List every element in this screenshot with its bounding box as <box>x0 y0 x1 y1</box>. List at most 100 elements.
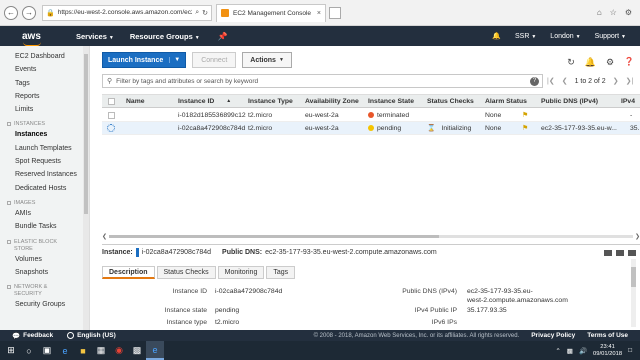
sidebar-section-images[interactable]: IMAGES <box>0 200 89 207</box>
sidebar-item-spot-requests[interactable]: Spot Requests <box>0 155 89 168</box>
details-scrollbar[interactable] <box>631 259 636 327</box>
row-checkbox[interactable] <box>108 111 115 119</box>
table-horizontal-scrollbar[interactable]: ❮ ❯ <box>102 233 640 240</box>
tab-status-checks[interactable]: Status Checks <box>156 266 216 279</box>
feedback-button[interactable]: 💬 Feedback <box>12 332 53 340</box>
store-icon[interactable]: ▦ <box>92 341 110 360</box>
prev-page-icon[interactable]: ❮ <box>562 77 568 85</box>
home-icon[interactable]: ⌂ <box>597 8 602 17</box>
column-instance-type[interactable]: Instance Type <box>248 95 293 107</box>
tray-chevron-icon[interactable]: ⌃ <box>555 347 560 355</box>
column-instance-id[interactable]: Instance ID ▲ <box>178 95 231 107</box>
clock[interactable]: 23:41 09/01/2018 <box>593 344 622 358</box>
filter-input[interactable]: ⚲ Filter by tags and attributes or searc… <box>102 74 543 88</box>
region-menu[interactable]: London ▼ <box>550 33 580 40</box>
file-explorer-icon[interactable]: ■ <box>74 341 92 360</box>
sidebar-item-dedicated-hosts[interactable]: Dedicated Hosts <box>0 182 89 195</box>
table-row[interactable]: i-02ca8a472908c784d t2.micro eu-west-2a … <box>102 122 640 135</box>
search-icon[interactable]: ⌕ <box>195 9 199 17</box>
star-icon[interactable]: ☆ <box>610 8 617 17</box>
pin-icon[interactable]: 📌 <box>218 32 228 41</box>
help-icon[interactable]: ? <box>530 76 539 86</box>
sidebar-item-reserved-instances[interactable]: Reserved Instances <box>0 168 89 181</box>
column-status-checks[interactable]: Status Checks <box>427 95 474 107</box>
sidebar-item-amis[interactable]: AMIs <box>0 207 89 220</box>
sidebar-section-network[interactable]: NETWORK & SECURITY <box>0 284 89 298</box>
next-page-icon[interactable]: ❯ <box>613 77 619 85</box>
sidebar-item-security-groups[interactable]: Security Groups <box>0 298 89 311</box>
sidebar-item-snapshots[interactable]: Snapshots <box>0 266 89 279</box>
sidebar-item-tags[interactable]: Tags <box>0 77 89 90</box>
network-icon[interactable]: ▩ <box>567 347 573 355</box>
select-all-checkbox[interactable] <box>108 97 115 105</box>
scroll-right-icon[interactable]: ❯ <box>635 233 640 240</box>
caret-down-icon[interactable]: ▼ <box>169 57 180 63</box>
actions-button[interactable]: Actions ▼ <box>242 52 292 68</box>
column-name[interactable]: Name <box>126 95 145 107</box>
pane-minimize-icon[interactable] <box>628 249 636 256</box>
sidebar-item-events[interactable]: Events <box>0 63 89 76</box>
new-tab-button[interactable] <box>329 6 341 19</box>
gear-icon[interactable]: ⚙ <box>625 8 632 17</box>
refresh-icon[interactable]: ↻ <box>202 9 208 17</box>
scroll-left-icon[interactable]: ❮ <box>102 233 107 240</box>
back-button[interactable]: ← <box>4 5 18 20</box>
table-row[interactable]: i-0182d185536899c12 t2.micro eu-west-2a … <box>102 109 640 122</box>
bell-icon[interactable]: 🔔 <box>585 57 596 68</box>
sidebar-item-launch-templates[interactable]: Launch Templates <box>0 142 89 155</box>
sidebar-item-ec2-dashboard[interactable]: EC2 Dashboard <box>0 50 89 63</box>
sidebar-section-instances[interactable]: INSTANCES <box>0 121 89 128</box>
aws-logo[interactable]: aws <box>22 31 56 46</box>
language-selector[interactable]: English (US) <box>67 332 116 339</box>
last-page-icon[interactable]: ❯| <box>626 77 634 85</box>
help-icon[interactable]: ❓ <box>624 57 634 68</box>
support-menu[interactable]: Support ▼ <box>595 33 626 40</box>
putty-icon[interactable]: ▩ <box>128 341 146 360</box>
scrollbar-thumb[interactable] <box>631 267 636 287</box>
edge-browser-icon[interactable]: e <box>56 341 74 360</box>
services-menu[interactable]: Services ▼ <box>76 32 114 41</box>
bell-icon[interactable]: 🔔 <box>492 32 501 40</box>
volume-icon[interactable]: 🔊 <box>579 347 587 355</box>
privacy-policy-link[interactable]: Privacy Policy <box>531 332 575 339</box>
gear-icon[interactable]: ⚙ <box>606 57 614 68</box>
sidebar-item-volumes[interactable]: Volumes <box>0 253 89 266</box>
scrollbar-thumb[interactable] <box>109 235 440 238</box>
column-alarm-status[interactable]: Alarm Status <box>485 95 527 107</box>
first-page-icon[interactable]: |❮ <box>547 77 555 85</box>
sidebar-item-reports[interactable]: Reports <box>0 90 89 103</box>
pane-split-icon[interactable] <box>604 249 612 256</box>
launch-instance-button[interactable]: Launch Instance ▼ <box>102 52 187 68</box>
internet-explorer-icon[interactable]: e <box>146 341 164 360</box>
connect-button[interactable]: Connect <box>192 52 237 68</box>
tab-ec2-console[interactable]: EC2 Management Console × <box>216 3 326 22</box>
search-icon[interactable]: ○ <box>20 341 38 360</box>
column-public-dns[interactable]: Public DNS (IPv4) <box>541 95 598 107</box>
sidebar-scrollbar[interactable] <box>83 46 89 330</box>
column-availability-zone[interactable]: Availability Zone <box>305 95 359 107</box>
sidebar-item-bundle-tasks[interactable]: Bundle Tasks <box>0 220 89 233</box>
alarm-icon[interactable]: ⚑ <box>522 109 530 121</box>
tab-description[interactable]: Description <box>102 266 155 279</box>
forward-button[interactable]: → <box>22 5 36 20</box>
sidebar-item-instances[interactable]: Instances <box>0 128 89 141</box>
address-bar[interactable]: 🔒 https://eu-west-2.console.aws.amazon.c… <box>42 4 212 21</box>
terms-of-use-link[interactable]: Terms of Use <box>587 332 628 339</box>
close-tab-icon[interactable]: × <box>317 10 321 17</box>
refresh-icon[interactable]: ↻ <box>567 57 575 68</box>
column-ipv4[interactable]: IPv4 <box>621 95 635 107</box>
chrome-icon[interactable]: ◉ <box>110 341 128 360</box>
pane-maximize-icon[interactable] <box>616 249 624 256</box>
tab-monitoring[interactable]: Monitoring <box>217 266 265 279</box>
sidebar-item-limits[interactable]: Limits <box>0 103 89 116</box>
tab-tags[interactable]: Tags <box>266 266 296 279</box>
alarm-icon[interactable]: ⚑ <box>522 122 530 134</box>
windows-start-icon[interactable]: ⊞ <box>2 341 20 360</box>
notifications-icon[interactable]: □ <box>628 347 632 354</box>
scrollbar-thumb[interactable] <box>84 54 88 214</box>
account-menu[interactable]: SSR ▼ <box>515 33 536 40</box>
task-view-icon[interactable]: ▣ <box>38 341 56 360</box>
sidebar-section-ebs[interactable]: ELASTIC BLOCK STORE <box>0 239 89 253</box>
column-instance-state[interactable]: Instance State <box>368 95 414 107</box>
resource-groups-menu[interactable]: Resource Groups ▼ <box>130 32 200 41</box>
